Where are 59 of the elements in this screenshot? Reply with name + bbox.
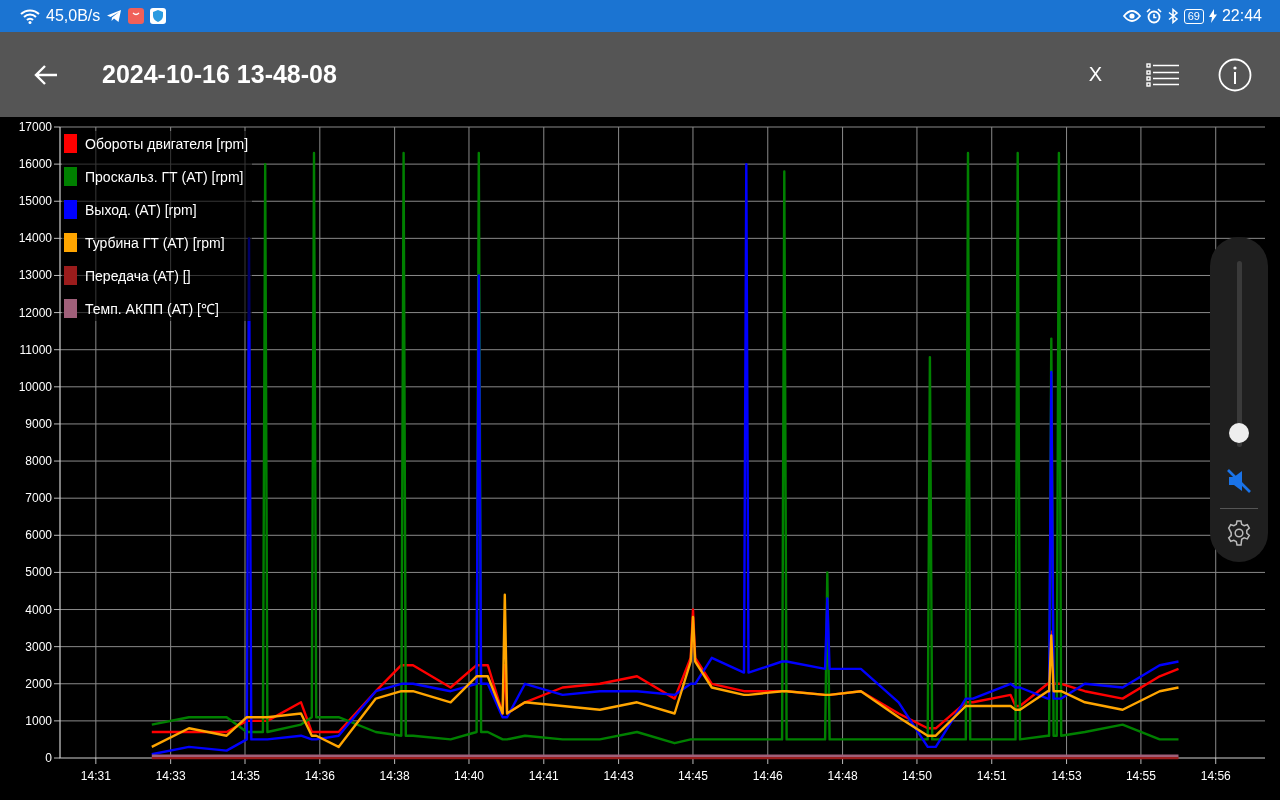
y-axis-label: 8000 — [25, 454, 52, 469]
charging-icon — [1208, 9, 1217, 23]
x-axis-label: 14:40 — [453, 769, 484, 783]
y-axis-label: 16000 — [18, 157, 52, 172]
x-axis-label: 14:45 — [677, 769, 708, 783]
legend-label: Проскальз. ГТ (АТ) [rpm] — [85, 168, 244, 185]
settings-button[interactable] — [1225, 519, 1253, 547]
y-axis-label: 15000 — [18, 194, 52, 209]
x-axis-label: 14:41 — [528, 769, 559, 783]
paper-plane-icon — [106, 9, 123, 23]
x-axis-label: 14:51 — [976, 769, 1007, 783]
x-axis-label: 14:53 — [1051, 769, 1082, 783]
list-icon — [1146, 61, 1180, 88]
y-axis-label: 7000 — [25, 491, 52, 506]
x-axis-label: 14:38 — [379, 769, 410, 783]
shield-icon — [150, 8, 167, 24]
y-axis-label: 5000 — [25, 565, 52, 580]
legend-label: Выход. (АТ) [rpm] — [85, 201, 197, 218]
x-axis-label: 14:33 — [155, 769, 186, 783]
legend-label: Турбина ГТ (АТ) [rpm] — [85, 234, 225, 251]
x-axis-label: 14:48 — [827, 769, 858, 783]
bluetooth-icon — [1166, 8, 1179, 24]
legend-label: Передача (АТ) [] — [85, 267, 191, 284]
battery-level: 69 — [1183, 8, 1204, 24]
y-axis-label: 11000 — [19, 342, 52, 357]
x-axis-label: 14:46 — [752, 769, 783, 783]
legend-label: Темп. АКПП (АТ) [℃] — [85, 300, 219, 318]
clock-time: 22:44 — [1221, 7, 1262, 25]
x-axis-label: 14:55 — [1125, 769, 1156, 783]
x-axis-label: 14:31 — [80, 769, 111, 783]
y-axis-label: 13000 — [18, 268, 52, 283]
settings-icon — [1225, 519, 1253, 547]
eye-icon — [1122, 9, 1141, 23]
slider-thumb[interactable] — [1229, 423, 1249, 444]
y-axis-label: 9000 — [25, 416, 52, 431]
x-axis-label: 14:36 — [304, 769, 335, 783]
y-axis-label: 10000 — [18, 379, 52, 394]
y-axis-label: 4000 — [25, 602, 52, 617]
y-axis-label: 2000 — [25, 676, 52, 691]
y-axis-label: 14000 — [18, 231, 52, 246]
alarm-icon — [1145, 8, 1162, 24]
y-axis-label: 0 — [45, 751, 52, 765]
y-axis-label: 3000 — [25, 639, 52, 654]
wifi-icon — [20, 8, 40, 24]
app-icon — [128, 8, 145, 24]
window-title: 2024-10-16 13-48-08 — [102, 60, 337, 89]
y-axis-label: 12000 — [18, 305, 52, 320]
legend-label: Обороты двигателя [rpm] — [85, 135, 249, 152]
back-arrow-icon — [34, 63, 58, 86]
y-axis-label: 6000 — [25, 528, 52, 543]
x-axis-label: 14:56 — [1200, 769, 1231, 783]
y-axis-label: 17000 — [18, 120, 52, 134]
network-speed: 45,0B/s — [46, 7, 101, 25]
close-button[interactable]: X — [1084, 59, 1106, 90]
x-axis-label: 14:43 — [603, 769, 634, 783]
x-axis-label: 14:35 — [230, 769, 260, 783]
info-icon — [1218, 57, 1252, 92]
y-axis-label: 1000 — [25, 713, 52, 728]
x-axis-label: 14:50 — [901, 769, 932, 783]
